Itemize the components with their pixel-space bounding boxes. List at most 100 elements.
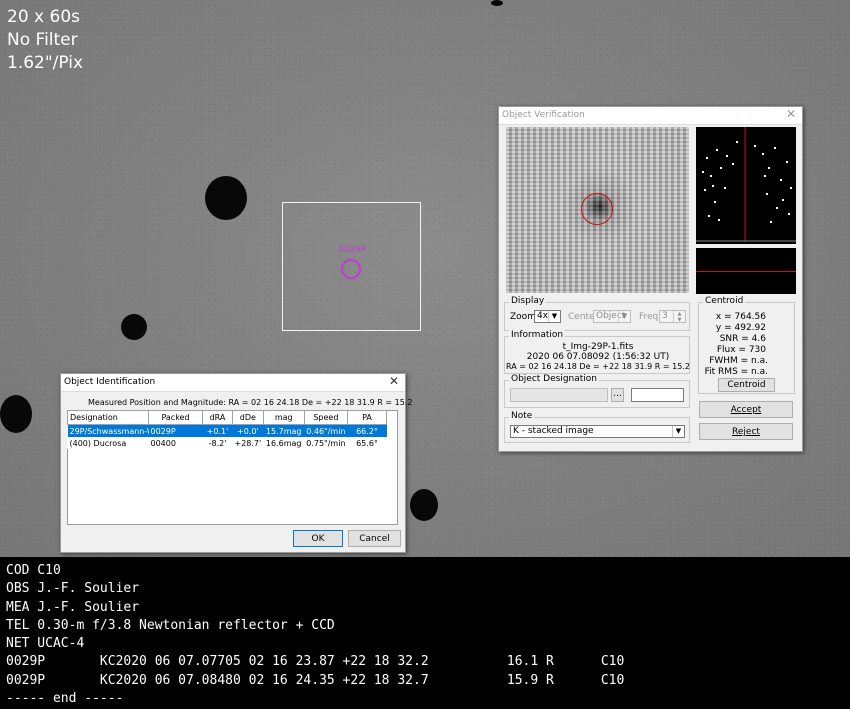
stepper-arrows-icon: ▲ ▼ xyxy=(673,311,685,323)
report-line: OBS J.-F. Soulier xyxy=(6,581,140,597)
freq-label: Freq xyxy=(639,312,659,322)
ok-button[interactable]: OK xyxy=(293,530,343,547)
accept-button[interactable]: Accept xyxy=(699,401,793,418)
cell: 0.75"/min xyxy=(306,438,346,448)
obs-datetime: 2020 06 07.08092 (1:56:32 UT) xyxy=(526,352,670,362)
file-name: t_Img-29P-1.fits xyxy=(562,342,634,352)
note-value: K - stacked image xyxy=(513,426,594,436)
note-select[interactable]: K - stacked image ▼ xyxy=(510,425,685,438)
exposure-label: 20 x 60s xyxy=(7,7,80,27)
reject-label: Reject xyxy=(732,427,760,437)
reject-button[interactable]: Reject xyxy=(699,423,793,440)
cell: (400) Ducrosa xyxy=(69,438,127,448)
dialog-titlebar[interactable]: Object Identification ✕ xyxy=(61,374,405,392)
centroid-snr: SNR = 4.6 xyxy=(719,334,766,344)
cell: 0029P xyxy=(148,424,203,437)
zoom-select[interactable]: 4x ▼ xyxy=(534,310,561,323)
filter-label: No Filter xyxy=(7,30,78,50)
report-line: TEL 0.30-m f/3.8 Newtonian reflector + C… xyxy=(6,617,335,633)
radial-plot xyxy=(696,248,796,294)
cell: +0.0' xyxy=(232,424,264,437)
radial-line xyxy=(696,271,796,272)
star xyxy=(205,176,247,220)
results-table[interactable]: Designation Packed dRA dDe mag Speed PA … xyxy=(67,410,387,449)
designation-title: Object Designation xyxy=(509,374,600,384)
centroid-button[interactable]: Centroid xyxy=(718,378,775,392)
freq-value: 3 xyxy=(662,311,668,321)
table-header-row: Designation Packed dRA dDe mag Speed PA xyxy=(67,410,387,425)
col-pa[interactable]: PA xyxy=(347,410,387,425)
browse-button[interactable]: ... xyxy=(611,388,624,402)
star xyxy=(410,489,438,521)
cell: 29P/Schwassmann-Wa xyxy=(67,424,149,437)
designation-input[interactable] xyxy=(510,388,608,402)
display-group: Display Zoom 4x ▼ Center Object ▼ Freq 3… xyxy=(504,296,690,331)
target-label: 0029P xyxy=(338,245,367,255)
table-row[interactable]: 29P/Schwassmann-Wa 0029P +0.1' +0.0' 15.… xyxy=(67,424,387,437)
cell: 65.6° xyxy=(356,438,378,448)
report-line: 0029P KC2020 06 07.08480 02 16 24.35 +22… xyxy=(6,672,625,688)
centroid-x: x = 764.56 xyxy=(715,312,766,322)
profile-plot xyxy=(696,127,796,244)
cell: 0.46"/min xyxy=(304,424,348,437)
centroid-flux: Flux = 730 xyxy=(716,345,766,355)
information-title: Information xyxy=(509,330,566,340)
centroid-group: Centroid x = 764.56 y = 492.92 SNR = 4.6… xyxy=(698,296,795,394)
star xyxy=(121,314,147,340)
star xyxy=(0,395,32,433)
chevron-down-icon: ▼ xyxy=(618,311,630,322)
cell: 66.2° xyxy=(347,424,387,437)
col-mag[interactable]: mag xyxy=(262,410,305,425)
centroid-fitrms: Fit RMS = n.a. xyxy=(704,367,768,377)
cancel-button[interactable]: Cancel xyxy=(348,530,401,547)
chevron-down-icon: ▼ xyxy=(548,311,560,322)
col-speed[interactable]: Speed xyxy=(303,410,349,425)
centroid-fwhm: FWHM = n.a. xyxy=(709,356,768,366)
object-verification-dialog: Object Verification ✕ Display Zoom 4x ▼ … xyxy=(498,106,803,452)
designation-extra-input[interactable] xyxy=(631,388,684,402)
freq-stepper[interactable]: 3 ▲ ▼ xyxy=(659,310,686,323)
scale-label: 1.62"/Pix xyxy=(7,53,84,73)
table-row[interactable]: (400) Ducrosa 00400 -8.2' +28.7' 16.6mag… xyxy=(68,437,387,449)
measured-position: Measured Position and Magnitude: RA = 02… xyxy=(88,398,413,407)
object-identification-dialog: Object Identification ✕ Measured Positio… xyxy=(60,373,412,553)
note-group: Note K - stacked image ▼ xyxy=(504,411,690,443)
chevron-down-icon: ▼ xyxy=(672,426,684,437)
zoom-label: Zoom xyxy=(510,312,536,322)
mpc-report: COD C10 OBS J.-F. Soulier MEA J.-F. Soulie… xyxy=(6,562,624,708)
zoom-view[interactable] xyxy=(506,127,689,293)
note-title: Note xyxy=(509,411,535,421)
target-circle-icon xyxy=(581,193,613,225)
cell: 00400 xyxy=(150,438,176,448)
obs-position: RA = 02 16 24.18 De = +22 18 31.9 R = 15… xyxy=(506,362,690,371)
report-line: 0029P KC2020 06 07.07705 02 16 23.87 +22… xyxy=(6,654,625,670)
close-icon[interactable]: ✕ xyxy=(389,374,399,388)
col-designation[interactable]: Designation xyxy=(67,410,149,425)
dialog-title: Object Verification xyxy=(502,110,585,120)
dialog-titlebar[interactable]: Object Verification ✕ xyxy=(499,107,802,125)
close-icon[interactable]: ✕ xyxy=(786,107,796,121)
report-line: MEA J.-F. Soulier xyxy=(6,599,140,615)
report-line: COD C10 xyxy=(6,563,61,578)
col-packed[interactable]: Packed xyxy=(148,410,203,425)
report-line: ----- end ----- xyxy=(6,691,124,707)
profile-points xyxy=(696,127,796,242)
zoom-value: 4x xyxy=(537,311,549,321)
star xyxy=(491,0,503,6)
cell: +28.7' xyxy=(234,438,262,448)
center-select[interactable]: Object ▼ xyxy=(593,310,631,323)
col-dde[interactable]: dDe xyxy=(232,410,264,425)
designation-group: Object Designation ... xyxy=(504,374,690,408)
report-line: NET UCAC-4 xyxy=(6,636,85,652)
accept-label: Accept xyxy=(730,405,762,415)
col-dra[interactable]: dRA xyxy=(202,410,233,425)
centroid-y: y = 492.92 xyxy=(715,323,766,333)
centroid-title: Centroid xyxy=(703,296,746,306)
cell: +0.1' xyxy=(202,424,233,437)
display-title: Display xyxy=(509,296,547,306)
information-group: Information t_Img-29P-1.fits 2020 06 07.… xyxy=(504,330,690,374)
cell: 15.7mag xyxy=(263,424,305,437)
cell: 16.6mag xyxy=(265,438,302,448)
target-marker[interactable] xyxy=(341,259,361,279)
dialog-title: Object Identification xyxy=(64,377,156,387)
